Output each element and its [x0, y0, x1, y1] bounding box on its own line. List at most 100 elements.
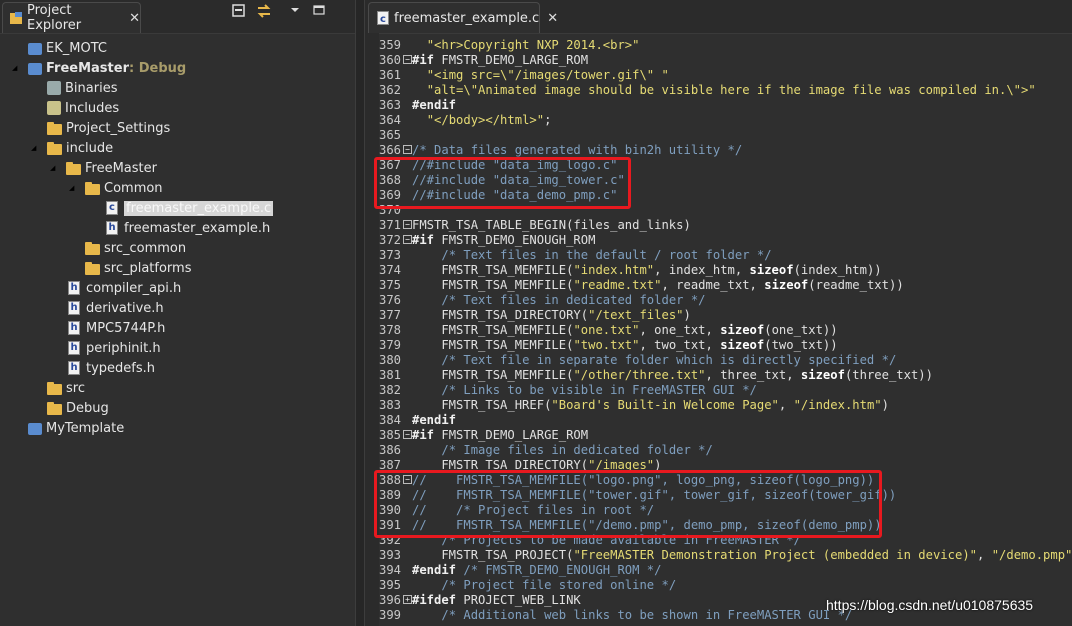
tree-item[interactable]: Binaries — [47, 78, 117, 98]
fold-collapse-icon[interactable]: − — [403, 145, 412, 154]
code-token: "/text_files" — [588, 308, 684, 322]
code-token: , — [977, 548, 992, 562]
code-token: FMSTR_TSA_MEMFILE( — [412, 338, 574, 352]
code-line[interactable]: 362 "alt=\"Animated image should be visi… — [379, 83, 1036, 98]
code-token: ) — [683, 308, 691, 322]
line-number: 385 — [379, 428, 402, 442]
tree-item[interactable]: h typedefs.h — [66, 358, 155, 378]
tree-item[interactable]: src_common — [85, 238, 186, 258]
code-line[interactable]: 382 /* Links to be visible in FreeMASTER… — [379, 383, 757, 398]
folder-icon — [85, 262, 100, 275]
tab-label: Project Explorer — [27, 3, 82, 33]
line-number: 373 — [379, 248, 402, 262]
code-line[interactable]: 371− FMSTR_TSA_TABLE_BEGIN(files_and_link… — [379, 218, 691, 233]
code-line[interactable]: 376 /* Text files in dedicated folder */ — [379, 293, 706, 308]
code-line[interactable]: 363 #endif — [379, 98, 456, 113]
code-line[interactable]: 395 /* Project file stored online */ — [379, 578, 676, 593]
code-token: "/index.htm" — [793, 398, 882, 412]
minimize-icon[interactable] — [312, 4, 326, 18]
line-number: 360 — [379, 53, 402, 67]
code-line[interactable]: 393 FMSTR_TSA_PROJECT("FreeMASTER Demons… — [379, 548, 1072, 563]
tree-item-label: src — [66, 380, 85, 396]
expand-arrow-icon[interactable]: ◢ — [31, 144, 36, 152]
tree-item[interactable]: src — [47, 378, 85, 398]
tree-item[interactable]: c freemaster_example.c — [104, 198, 274, 218]
tree-item[interactable]: h MPC5744P.h — [66, 318, 165, 338]
code-line[interactable]: 372− #if FMSTR_DEMO_ENOUGH_ROM — [379, 233, 595, 248]
collapse-all-icon[interactable] — [232, 4, 246, 18]
close-icon[interactable]: ✕ — [547, 11, 558, 26]
tree-item[interactable]: h periphinit.h — [66, 338, 161, 358]
close-icon[interactable]: ✕ — [129, 11, 140, 26]
link-editor-icon[interactable] — [256, 4, 271, 18]
code-line[interactable]: 374 FMSTR_TSA_MEMFILE("index.htm", index… — [379, 263, 882, 278]
fold-collapse-icon[interactable]: − — [403, 220, 412, 229]
fold-collapse-icon[interactable]: − — [403, 430, 412, 439]
fold-collapse-icon[interactable]: − — [403, 235, 412, 244]
tree-item[interactable]: FreeMaster — [66, 158, 157, 178]
tree-item[interactable]: Common — [85, 178, 163, 198]
code-line[interactable]: 378 FMSTR_TSA_MEMFILE("one.txt", one_txt… — [379, 323, 838, 338]
code-line[interactable]: 379 FMSTR_TSA_MEMFILE("two.txt", two_txt… — [379, 338, 838, 353]
line-number: 381 — [379, 368, 402, 382]
code-line[interactable]: 361 "<img src=\"/images/tower.gif\" " — [379, 68, 669, 83]
line-number: 362 — [379, 83, 402, 97]
tree-item[interactable]: include — [47, 138, 113, 158]
code-line[interactable]: 386 /* Image files in dedicated folder *… — [379, 443, 713, 458]
code-token: FMSTR_TSA_MEMFILE( — [412, 323, 574, 337]
code-token: /* Project file stored online */ — [441, 578, 677, 592]
watermark: https://blog.csdn.net/u010875635 — [826, 597, 1034, 613]
code-line[interactable]: 394 #endif /* FMSTR_DEMO_ENOUGH_ROM */ — [379, 563, 662, 578]
code-line[interactable]: 377 FMSTR_TSA_DIRECTORY("/text_files") — [379, 308, 691, 323]
code-token: /* Text files in dedicated folder */ — [441, 293, 706, 307]
fold-expand-icon[interactable]: + — [403, 595, 412, 604]
tree-item[interactable]: MyTemplate — [28, 418, 124, 438]
code-line[interactable]: 365 — [379, 128, 412, 143]
code-token: , — [778, 398, 794, 412]
tree-item-label: MyTemplate — [46, 420, 125, 436]
expand-arrow-icon[interactable]: ◢ — [50, 164, 55, 172]
code-token: #if — [412, 53, 435, 67]
fold-collapse-icon[interactable]: − — [403, 55, 412, 64]
code-token: #endif — [412, 98, 457, 112]
tab-label: freemaster_example.c — [394, 10, 540, 26]
code-line[interactable]: 381 FMSTR_TSA_MEMFILE("/other/three.txt"… — [379, 368, 933, 383]
line-number: 363 — [379, 98, 402, 112]
code-line[interactable]: 366−/* Data files generated with bin2h u… — [379, 143, 742, 158]
tree-item[interactable]: EK_MOTC — [28, 38, 107, 58]
code-line[interactable]: 384 #endif — [379, 413, 456, 428]
tab-project-explorer[interactable]: Project Explorer ✕ — [2, 2, 141, 33]
code-line[interactable]: 359 "<hr>Copyright NXP 2014.<br>" — [379, 38, 639, 53]
code-line[interactable]: 375 FMSTR_TSA_MEMFILE("readme.txt", read… — [379, 278, 904, 293]
code-line[interactable]: 385− #if FMSTR_DEMO_LARGE_ROM — [379, 428, 588, 443]
tree-item[interactable]: Project_Settings — [47, 118, 170, 138]
tree-item[interactable]: Debug — [47, 398, 109, 418]
view-menu-icon[interactable] — [288, 4, 302, 18]
tree-item[interactable]: h freemaster_example.h — [104, 218, 270, 238]
code-line[interactable]: 399 /* Additional web links to be shown … — [379, 608, 852, 623]
code-token: sizeof — [800, 368, 845, 382]
folder-icon — [47, 142, 62, 155]
line-number: 384 — [379, 413, 402, 427]
code-line[interactable]: 380 /* Text file in separate folder whic… — [379, 353, 896, 368]
tree-item[interactable]: src_platforms — [85, 258, 192, 278]
code-line[interactable]: 383 FMSTR_TSA_HREF("Board's Built-in Wel… — [379, 398, 889, 413]
code-token: FMSTR_DEMO_LARGE_ROM — [434, 428, 589, 442]
tree-item[interactable]: Includes — [47, 98, 119, 118]
line-number: 361 — [379, 68, 402, 82]
tree-item[interactable]: h compiler_api.h — [66, 278, 181, 298]
code-line[interactable]: 373 /* Text files in the default / root … — [379, 248, 772, 263]
code-token: (readme_txt)) — [808, 278, 904, 292]
code-line[interactable]: 396 + #ifdef PROJECT_WEB_LINK — [379, 593, 581, 608]
expand-arrow-icon[interactable]: ◢ — [12, 64, 17, 72]
panel-divider[interactable] — [355, 0, 365, 626]
code-line[interactable]: 364 "</body></html>"; — [379, 113, 551, 128]
code-line[interactable]: 360− #if FMSTR_DEMO_LARGE_ROM — [379, 53, 588, 68]
expand-arrow-icon[interactable]: ◢ — [69, 184, 74, 192]
tree-item[interactable]: FreeMaster: Debug — [28, 58, 186, 78]
line-number: 395 — [379, 578, 402, 592]
tab-freemaster-example-c[interactable]: c freemaster_example.c ✕ — [368, 2, 558, 33]
tree-item[interactable]: h derivative.h — [66, 298, 164, 318]
